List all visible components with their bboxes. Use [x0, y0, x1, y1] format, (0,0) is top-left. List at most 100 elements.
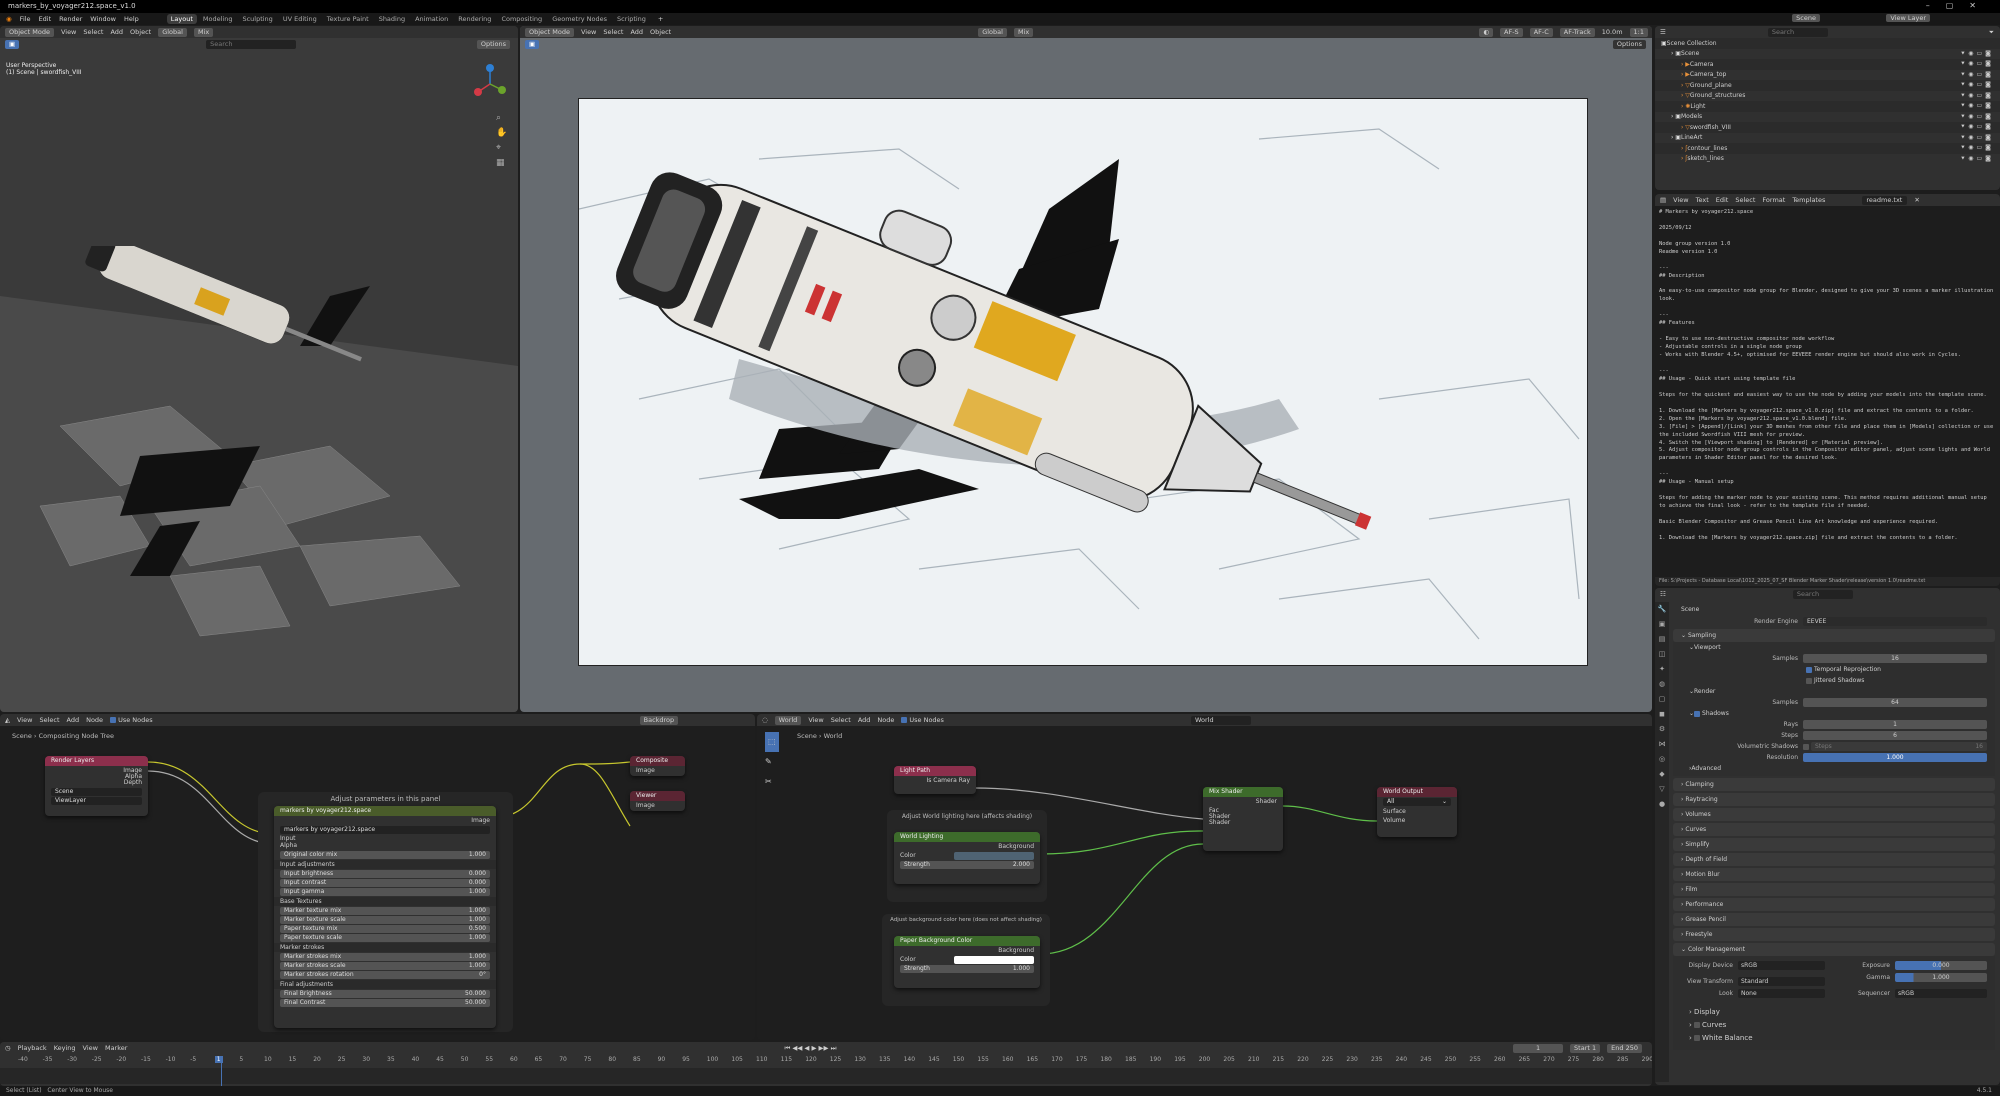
visibility-toggles[interactable]: ⯆◉▭◙ — [1960, 134, 1994, 142]
outliner-item[interactable]: › ▽ Ground_structures ⯆◉▭◙ — [1655, 91, 2000, 102]
menu-help[interactable]: Help — [124, 15, 139, 23]
volumetric-steps-field[interactable]: Steps 16 — [1811, 742, 1987, 751]
display-device-dropdown[interactable]: sRGB — [1738, 961, 1825, 970]
menu-view[interactable]: View — [61, 28, 76, 36]
exposure-slider[interactable]: 0.000 — [1895, 961, 1987, 970]
menu-window[interactable]: Window — [90, 15, 116, 23]
ratio-button[interactable]: 1:1 — [1629, 27, 1648, 37]
menu-text[interactable]: Text — [1696, 196, 1709, 204]
volumetric-shadows-checkbox[interactable] — [1803, 743, 1809, 750]
group-section[interactable]: Input adjustments — [274, 860, 496, 869]
compositor-node-editor[interactable]: ◭ View Select Add Node Use Nodes Backdrop S… — [0, 714, 755, 1040]
tab-modeling[interactable]: Modeling — [199, 14, 237, 24]
group-field[interactable]: Input brightness 0.000 — [280, 870, 490, 878]
select-box-icon[interactable]: ▣ — [5, 39, 20, 49]
paper-strength-field[interactable]: Strength 1.000 — [900, 965, 1034, 973]
group-field[interactable]: Paper texture scale 1.000 — [280, 934, 490, 942]
menu-playback[interactable]: Playback — [18, 1044, 47, 1052]
pivot-dropdown[interactable]: Mix — [193, 27, 214, 37]
group-field[interactable]: Original color mix 1.000 — [280, 851, 490, 859]
outliner-item[interactable]: › ʃ contour_lines ⯆◉▭◙ — [1655, 143, 2000, 154]
menu-select[interactable]: Select — [603, 28, 623, 36]
tab-shading[interactable]: Shading — [375, 14, 409, 24]
group-field[interactable]: Marker texture mix 1.000 — [280, 907, 490, 915]
visibility-toggles[interactable]: ⯆◉▭◙ — [1960, 60, 1994, 68]
outliner[interactable]: ☰ Search ⏷ ▣ Scene Collection › ▣ Scene ⯆◉… — [1655, 26, 2000, 190]
menu-keying[interactable]: Keying — [54, 1044, 76, 1052]
node-world-lighting[interactable]: World Lighting Background Color Strength… — [894, 832, 1040, 884]
af-c-button[interactable]: AF-C — [1529, 27, 1553, 37]
shader-node-editor[interactable]: ◌ World View Select Add Node Use Nodes Worl… — [757, 714, 1652, 1040]
options-button[interactable]: Options — [476, 39, 510, 49]
editor-type-icon[interactable]: ☷ — [1660, 590, 1666, 598]
tab-layout[interactable]: Layout — [166, 14, 197, 24]
outliner-item[interactable]: › ✺ Light ⯆◉▭◙ — [1655, 101, 2000, 112]
temporal-reprojection-checkbox[interactable]: Temporal Reprojection — [1673, 664, 1995, 675]
panel-clamping[interactable]: › Clamping — [1673, 778, 1995, 791]
node-world-output[interactable]: World Output All ⌄ Surface Volume — [1377, 787, 1457, 837]
paper-color-swatch[interactable] — [954, 956, 1034, 964]
navigation-gizmo[interactable] — [470, 64, 510, 104]
group-datablock[interactable]: markers by voyager212.space — [280, 826, 490, 834]
viewport-3d-camera[interactable]: Object Mode View Select Add Object Global M… — [520, 26, 1652, 712]
visibility-toggles[interactable]: ⯆◉▭◙ — [1960, 155, 1994, 163]
text-content[interactable]: # Markers by voyager212.space 2025/09/12 N… — [1655, 206, 2000, 546]
group-section[interactable]: Marker strokes — [274, 943, 496, 952]
socket-output-image[interactable]: Image — [274, 816, 496, 825]
panel-simplify[interactable]: › Simplify — [1673, 838, 1995, 851]
outliner-item[interactable]: › ▶ Camera ⯆◉▭◙ — [1655, 59, 2000, 70]
text-file-name[interactable]: readme.txt — [1862, 195, 1908, 205]
group-field[interactable]: Marker strokes scale 1.000 — [280, 962, 490, 970]
menu-object[interactable]: Object — [650, 28, 671, 36]
world-color-swatch[interactable] — [954, 852, 1034, 860]
frame-ruler[interactable]: -40 -35 -30 -25 -20 -15 -10 -5 1 5 10 15 20 25 30 35 40 4… — [0, 1056, 1652, 1066]
tab-uv-editing[interactable]: UV Editing — [279, 14, 321, 24]
node-render-layers[interactable]: Render Layers Image Alpha Depth Scene Vi… — [45, 756, 148, 816]
node-paper-background[interactable]: Paper Background Color Background Color … — [894, 936, 1040, 988]
visibility-toggles[interactable]: ⯆◉▭◙ — [1960, 92, 1994, 100]
rays-field[interactable]: 1 — [1803, 720, 1987, 729]
properties-tabs[interactable]: 🔧 ▣ ▤ ◫ ✦ ◍ ▢ ◼ ⚙ ⋈ ◎ ◆ ▽ ● — [1655, 602, 1669, 1082]
resolution-slider[interactable]: 1.000 — [1803, 753, 1987, 762]
scene-selector[interactable]: Scene — [1792, 14, 1820, 23]
viewport-samples-field[interactable]: 16 — [1803, 654, 1987, 663]
view-layer-selector[interactable]: View Layer — [1886, 14, 1930, 23]
orientation-dropdown[interactable]: Global — [978, 27, 1007, 37]
group-field[interactable]: Marker strokes rotation 0° — [280, 971, 490, 979]
editor-type-icon[interactable]: ◷ — [5, 1044, 11, 1052]
subpanel-shadows[interactable]: ⌄ Shadows — [1673, 708, 1995, 719]
panel-depth-of-field[interactable]: › Depth of Field — [1673, 853, 1995, 866]
tab-geometry-nodes[interactable]: Geometry Nodes — [548, 14, 611, 24]
render-engine-dropdown[interactable]: EEVEE — [1803, 617, 1987, 626]
menu-view[interactable]: View — [1673, 196, 1688, 204]
mode-dropdown[interactable]: Object Mode — [5, 27, 54, 37]
current-frame-field[interactable]: 1 — [1513, 1043, 1564, 1053]
outliner-item[interactable]: › ▽ swordfish_VIII ⯆◉▭◙ — [1655, 122, 2000, 133]
panel-volumes[interactable]: › Volumes — [1673, 808, 1995, 821]
playhead[interactable] — [221, 1056, 222, 1086]
panel-grease-pencil[interactable]: › Grease Pencil — [1673, 913, 1995, 926]
panel-motion-blur[interactable]: › Motion Blur — [1673, 868, 1995, 881]
timeline[interactable]: ◷ Playback Keying View Marker ⏮ ◀◀ ◀ ▶ ▶▶ ⏭… — [0, 1042, 1652, 1086]
group-field[interactable]: Final Brightness 50.000 — [280, 990, 490, 998]
panel-raytracing[interactable]: › Raytracing — [1673, 793, 1995, 806]
look-dropdown[interactable]: None — [1738, 989, 1825, 998]
outliner-search[interactable]: Search — [1767, 27, 1828, 37]
text-editor[interactable]: ▤ View Text Edit Select Format Templates read… — [1655, 194, 2000, 586]
jittered-shadows-checkbox[interactable]: Jittered Shadows — [1673, 675, 1995, 686]
visibility-toggles[interactable]: ⯆◉▭◙ — [1960, 81, 1994, 89]
group-field[interactable]: Input contrast 0.000 — [280, 879, 490, 887]
keyframe-track[interactable] — [0, 1068, 1652, 1084]
focus-distance[interactable]: 10.0m — [1602, 28, 1623, 36]
group-section[interactable]: Base Textures — [274, 897, 496, 906]
menu-edit[interactable]: Edit — [39, 15, 52, 23]
outliner-item[interactable]: › ʃ sketch_lines ⯆◉▭◙ — [1655, 154, 2000, 165]
subpanel-white-balance[interactable]: › White Balance — [1689, 1032, 1753, 1045]
menu-templates[interactable]: Templates — [1792, 196, 1825, 204]
group-section[interactable]: Final adjustments — [274, 980, 496, 989]
group-field[interactable]: Marker texture scale 1.000 — [280, 916, 490, 924]
menu-edit[interactable]: Edit — [1716, 196, 1729, 204]
view-transform-dropdown[interactable]: Standard — [1738, 977, 1825, 986]
group-field[interactable]: Input gamma 1.000 — [280, 888, 490, 896]
visibility-toggles[interactable]: ⯆◉▭◙ — [1960, 144, 1994, 152]
